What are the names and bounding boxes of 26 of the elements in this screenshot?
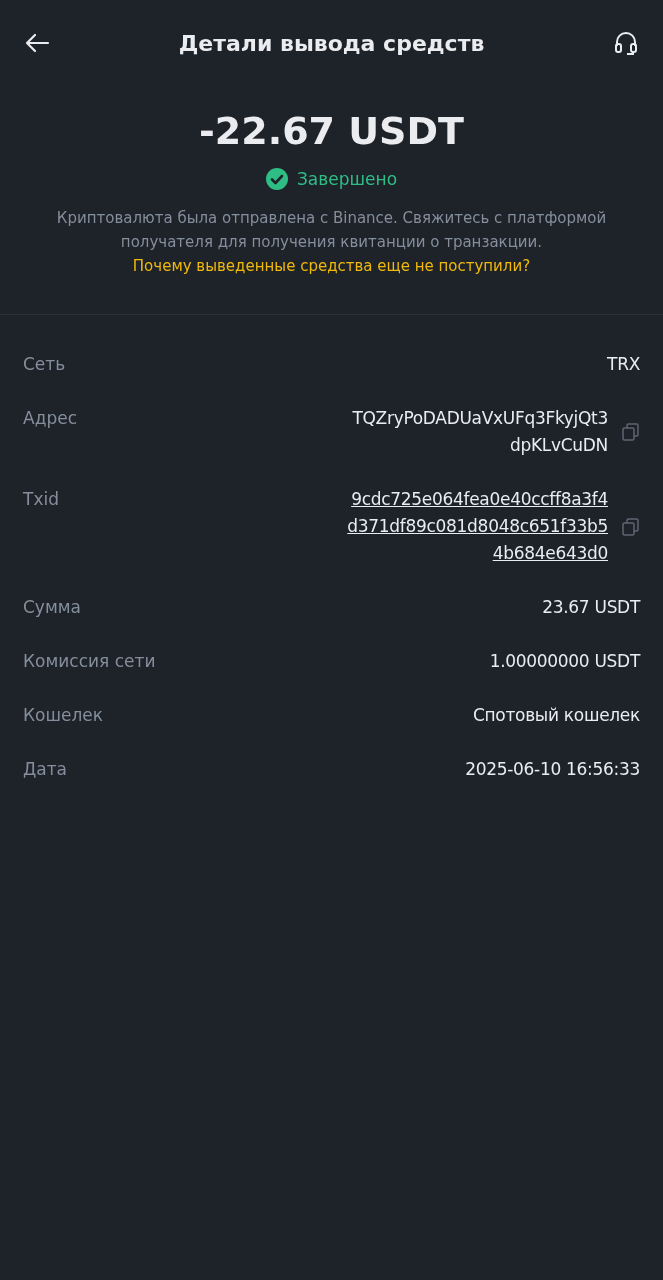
txid-link[interactable]: 9cdc725e064fea0e40ccff8a3f4 (351, 486, 608, 513)
detail-value: 1.00000000 USDT (489, 650, 640, 673)
detail-label: Комиссия сети (23, 650, 156, 673)
page-title: Детали вывода средств (178, 30, 485, 56)
txid-link[interactable]: d371df89c081d8048c651f33b5 (347, 513, 608, 540)
detail-value: Спотовый кошелек (472, 704, 640, 727)
detail-label: Дата (23, 758, 68, 781)
help-link[interactable]: Почему выведенные средства еще не поступили? (132, 254, 531, 278)
amount: -22.67 USDT (199, 108, 464, 154)
detail-value: 23.67 USDT (542, 596, 640, 619)
detail-value: TRX (607, 353, 640, 376)
detail-value: 2025-06-10 16:56:33 (465, 758, 640, 781)
back-arrow-icon[interactable] (24, 33, 50, 53)
txid-link[interactable]: 4b684e643d0 (492, 540, 608, 567)
detail-label: Сумма (23, 596, 81, 619)
detail-value: TQZryPoDADUaVxUFq3FkyjQt3 (352, 407, 608, 430)
detail-label: Txid (23, 488, 59, 511)
detail-value: dpKLvCuDN (510, 434, 608, 457)
detail-label: Кошелек (23, 704, 104, 727)
description: Криптовалюта была отправлена с Binance. Свяжитесь с платформой получателя для получения квитанции о транзакции. (55, 208, 608, 253)
detail-label: Адрес (23, 407, 77, 430)
copy-icon[interactable] (622, 517, 640, 536)
headset-icon[interactable] (613, 30, 639, 56)
status-label: Завершено (296, 169, 398, 189)
detail-label: Сеть (23, 353, 66, 376)
copy-icon[interactable] (622, 423, 640, 441)
